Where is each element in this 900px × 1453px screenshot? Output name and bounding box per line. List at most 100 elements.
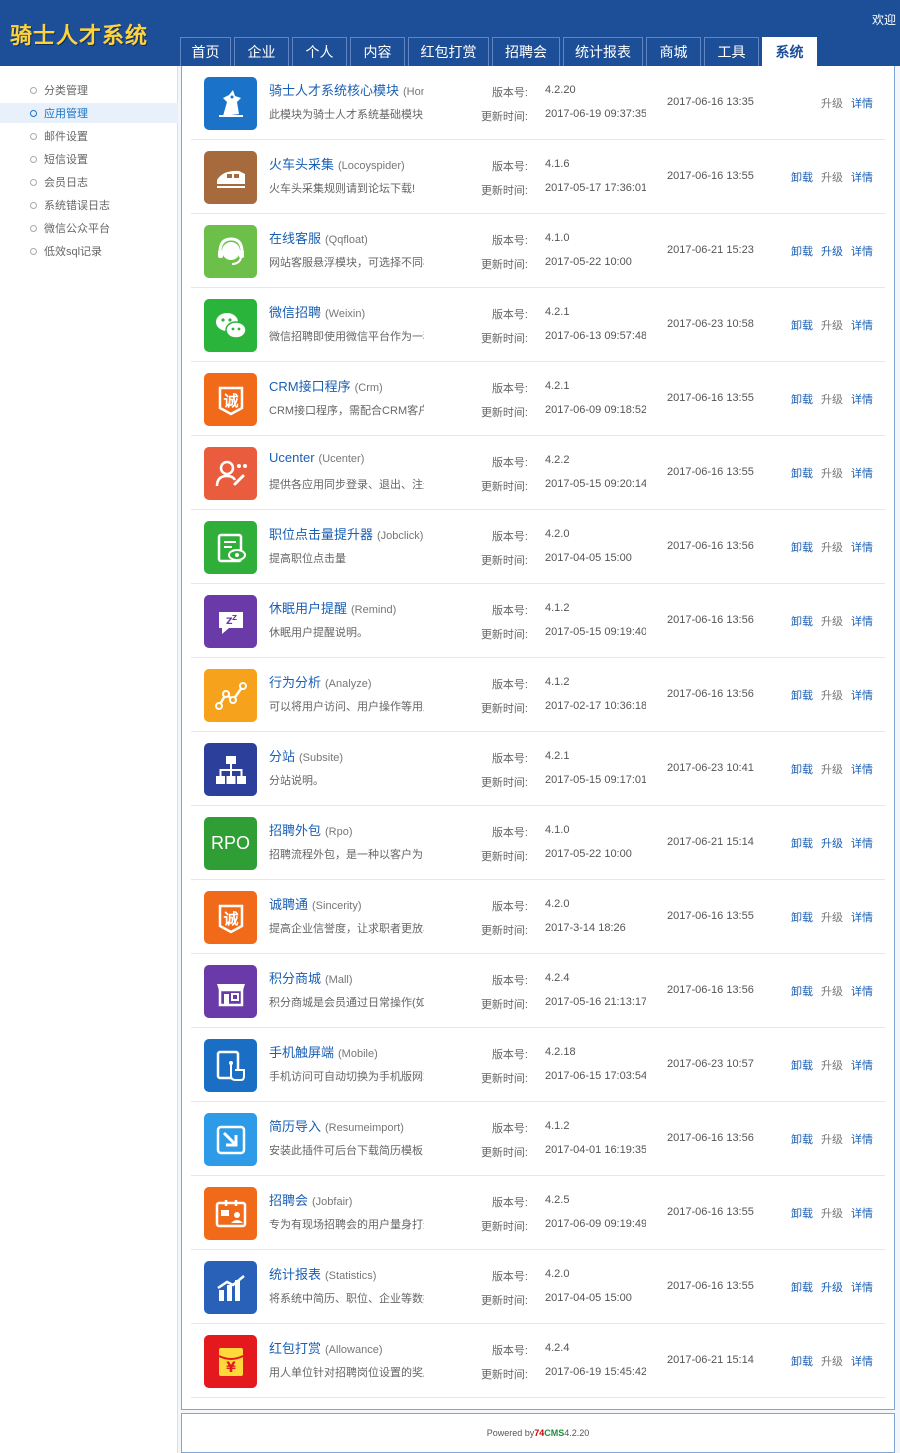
details-link[interactable]: 详情: [851, 838, 873, 850]
app-name-link[interactable]: 骑士人才系统核心模块: [269, 83, 399, 98]
uninstall-link[interactable]: 卸载: [791, 394, 813, 406]
details-link[interactable]: 详情: [851, 320, 873, 332]
app-code: (Home): [403, 86, 424, 98]
nav-tab-5[interactable]: 招聘会: [492, 37, 560, 66]
updated-label: 更新时间:: [480, 1147, 528, 1159]
app-name-link[interactable]: 职位点击量提升器: [269, 527, 373, 542]
nav-tab-6[interactable]: 统计报表: [563, 37, 643, 66]
uninstall-link[interactable]: 卸载: [791, 468, 813, 480]
uninstall-link[interactable]: 卸载: [791, 764, 813, 776]
sidebar-item-3[interactable]: 短信设置: [0, 149, 178, 169]
nav-tab-8[interactable]: 工具: [704, 37, 759, 66]
upgrade-link[interactable]: 升级: [821, 1134, 843, 1146]
upgrade-link[interactable]: 升级: [821, 986, 843, 998]
uninstall-link[interactable]: 卸载: [791, 616, 813, 628]
details-link[interactable]: 详情: [851, 1060, 873, 1072]
updated-value: 2017-05-22 10:00: [545, 256, 632, 268]
uninstall-link[interactable]: 卸载: [791, 1208, 813, 1220]
app-name-link[interactable]: 微信招聘: [269, 305, 321, 320]
upgrade-link[interactable]: 升级: [821, 912, 843, 924]
upgrade-link[interactable]: 升级: [821, 394, 843, 406]
upgrade-link[interactable]: 升级: [821, 320, 843, 332]
nav-tab-4[interactable]: 红包打赏: [408, 37, 489, 66]
app-name-link[interactable]: 简历导入: [269, 1119, 321, 1134]
app-description: 招聘流程外包，是一种以客户为中心: [269, 849, 424, 861]
details-link[interactable]: 详情: [851, 98, 873, 110]
uninstall-link[interactable]: 卸载: [791, 838, 813, 850]
nav-tab-1[interactable]: 企业: [234, 37, 289, 66]
upgrade-link[interactable]: 升级: [821, 690, 843, 702]
uninstall-link[interactable]: 卸载: [791, 320, 813, 332]
upgrade-link[interactable]: 升级: [821, 764, 843, 776]
details-link[interactable]: 详情: [851, 172, 873, 184]
app-logo[interactable]: 骑士人才系统: [10, 18, 148, 50]
app-name-link[interactable]: Ucenter: [269, 450, 315, 465]
app-name-link[interactable]: 招聘会: [269, 1193, 308, 1208]
upgrade-link[interactable]: 升级: [821, 468, 843, 480]
footer-brand-cms[interactable]: CMS: [544, 1428, 564, 1438]
app-name-link[interactable]: 分站: [269, 749, 295, 764]
app-name-link[interactable]: 火车头采集: [269, 157, 334, 172]
uninstall-link[interactable]: 卸载: [791, 986, 813, 998]
nav-tab-3[interactable]: 内容: [350, 37, 405, 66]
app-name-link[interactable]: 在线客服: [269, 231, 321, 246]
details-link[interactable]: 详情: [851, 1208, 873, 1220]
uninstall-link[interactable]: 卸载: [791, 172, 813, 184]
uninstall-link[interactable]: 卸载: [791, 246, 813, 258]
upgrade-link[interactable]: 升级: [821, 172, 843, 184]
details-link[interactable]: 详情: [851, 912, 873, 924]
app-name-link[interactable]: 休眠用户提醒: [269, 601, 347, 616]
details-link[interactable]: 详情: [851, 1282, 873, 1294]
uninstall-link[interactable]: 卸载: [791, 1356, 813, 1368]
sidebar-item-4[interactable]: 会员日志: [0, 172, 178, 192]
footer-brand-74[interactable]: 74: [534, 1428, 544, 1438]
upgrade-link[interactable]: 升级: [821, 1208, 843, 1220]
details-link[interactable]: 详情: [851, 394, 873, 406]
details-link[interactable]: 详情: [851, 986, 873, 998]
upgrade-link[interactable]: 升级: [821, 98, 843, 110]
details-link[interactable]: 详情: [851, 690, 873, 702]
upgrade-link[interactable]: 升级: [821, 838, 843, 850]
nav-tab-2[interactable]: 个人: [292, 37, 347, 66]
version-value: 4.2.20: [545, 84, 576, 96]
details-link[interactable]: 详情: [851, 1134, 873, 1146]
app-name-link[interactable]: CRM接口程序: [269, 379, 351, 394]
version-value: 4.2.4: [545, 1342, 570, 1354]
upgrade-link[interactable]: 升级: [821, 616, 843, 628]
uninstall-link[interactable]: 卸载: [791, 1060, 813, 1072]
details-link[interactable]: 详情: [851, 1356, 873, 1368]
app-row: ¥ 红包打赏 (Allowance) 用人单位针对招聘岗位设置的奖励 版本号: 更新时间:…: [191, 1324, 885, 1398]
sidebar-item-7[interactable]: 低效sql记录: [0, 241, 178, 261]
app-name-link[interactable]: 积分商城: [269, 971, 321, 986]
nav-tab-0[interactable]: 首页: [180, 37, 231, 66]
uninstall-link[interactable]: 卸载: [791, 690, 813, 702]
sidebar-item-1[interactable]: 应用管理: [0, 103, 178, 123]
sidebar-item-6[interactable]: 微信公众平台: [0, 218, 178, 238]
upgrade-link[interactable]: 升级: [821, 542, 843, 554]
details-link[interactable]: 详情: [851, 764, 873, 776]
app-name-link[interactable]: 招聘外包: [269, 823, 321, 838]
nav-tab-7[interactable]: 商城: [646, 37, 701, 66]
upgrade-link[interactable]: 升级: [821, 1356, 843, 1368]
uninstall-link[interactable]: 卸载: [791, 1282, 813, 1294]
uninstall-link[interactable]: 卸载: [791, 1134, 813, 1146]
nav-tab-9[interactable]: 系统: [762, 37, 817, 66]
uninstall-link[interactable]: 卸载: [791, 912, 813, 924]
upgrade-link[interactable]: 升级: [821, 1282, 843, 1294]
upgrade-link[interactable]: 升级: [821, 246, 843, 258]
sidebar-item-0[interactable]: 分类管理: [0, 80, 178, 100]
details-link[interactable]: 详情: [851, 246, 873, 258]
details-link[interactable]: 详情: [851, 468, 873, 480]
details-link[interactable]: 详情: [851, 542, 873, 554]
sidebar-item-5[interactable]: 系统错误日志: [0, 195, 178, 215]
sidebar-item-2[interactable]: 邮件设置: [0, 126, 178, 146]
app-name-link[interactable]: 行为分析: [269, 675, 321, 690]
app-name-link[interactable]: 红包打赏: [269, 1341, 321, 1356]
app-name-link[interactable]: 手机触屏端: [269, 1045, 334, 1060]
version-value: 4.2.1: [545, 306, 570, 318]
uninstall-link[interactable]: 卸载: [791, 542, 813, 554]
app-name-link[interactable]: 统计报表: [269, 1267, 321, 1282]
upgrade-link[interactable]: 升级: [821, 1060, 843, 1072]
app-name-link[interactable]: 诚聘通: [269, 897, 308, 912]
details-link[interactable]: 详情: [851, 616, 873, 628]
